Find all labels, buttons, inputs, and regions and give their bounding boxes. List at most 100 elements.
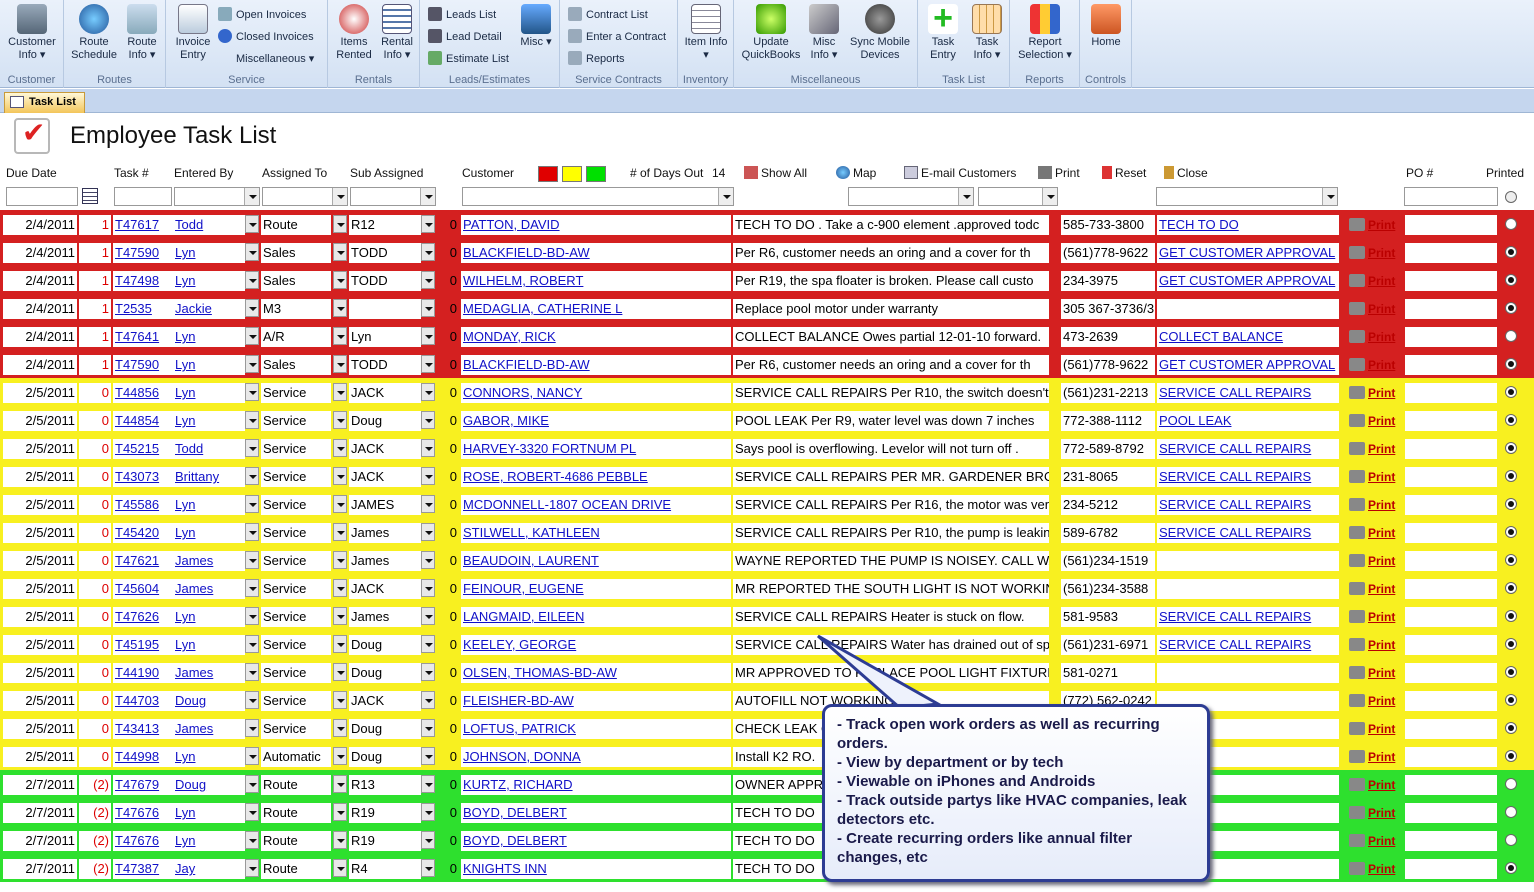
print-row-button[interactable]: Print <box>1349 579 1395 599</box>
print-row-button[interactable]: Print <box>1349 775 1395 795</box>
calendar-icon[interactable] <box>82 188 98 204</box>
due-date-filter[interactable] <box>6 187 78 206</box>
print-row-button[interactable]: Print <box>1349 439 1395 459</box>
map-filter[interactable] <box>848 187 974 206</box>
task-number-link[interactable]: T47621 <box>113 551 173 571</box>
due-date-cell[interactable]: 2/5/2011 <box>3 579 77 599</box>
customer-link[interactable]: BEAUDOIN, LAURENT <box>461 551 731 571</box>
customer-link[interactable]: MCDONNELL-1807 OCEAN DRIVE <box>461 495 731 515</box>
assigned-to-cell[interactable]: Route <box>261 803 331 823</box>
print-row-button[interactable]: Print <box>1349 327 1395 347</box>
printed-radio[interactable] <box>1505 610 1517 622</box>
entered-by-link[interactable]: Lyn <box>173 747 245 767</box>
chevron-down-icon[interactable] <box>718 188 733 205</box>
sub-assigned-dropdown[interactable] <box>421 467 435 485</box>
leads-list-button[interactable]: Leads List <box>428 6 496 24</box>
table-row[interactable]: 2/5/2011 0 T44856 Lyn Service JACK 0 CONNORS, N… <box>0 378 1534 406</box>
status-link[interactable]: GET CUSTOMER APPROVAL <box>1157 355 1339 375</box>
table-row[interactable]: 2/5/2011 0 T45420 Lyn Service James 0 STILWELL,… <box>0 518 1534 546</box>
assigned-to-dropdown[interactable] <box>333 523 347 541</box>
assigned-to-dropdown[interactable] <box>333 355 347 373</box>
red-priority-swatch[interactable] <box>538 166 558 182</box>
contract-list-button[interactable]: Contract List <box>568 6 648 24</box>
entered-by-dropdown[interactable] <box>245 523 259 541</box>
reset-button[interactable]: Reset <box>1102 166 1146 180</box>
description-cell[interactable]: SERVICE CALL REPAIRS PER MR. GARDENER BR… <box>733 467 1049 487</box>
assigned-to-dropdown[interactable] <box>333 243 347 261</box>
sub-assigned-cell[interactable]: James <box>349 551 421 571</box>
sub-assigned-cell[interactable]: R19 <box>349 803 421 823</box>
description-cell[interactable]: Per R6, customer needs an oring and a co… <box>733 355 1049 375</box>
po-number-field[interactable] <box>1405 215 1497 235</box>
sub-assigned-dropdown[interactable] <box>421 551 435 569</box>
customer-link[interactable]: LOFTUS, PATRICK <box>461 719 731 739</box>
task-number-link[interactable]: T44854 <box>113 411 173 431</box>
entered-by-link[interactable]: Lyn <box>173 383 245 403</box>
due-date-cell[interactable]: 2/5/2011 <box>3 411 77 431</box>
printed-radio[interactable] <box>1505 218 1517 230</box>
task-number-link[interactable]: T47626 <box>113 607 173 627</box>
printed-radio[interactable] <box>1505 750 1517 762</box>
table-row[interactable]: 2/5/2011 0 T47626 Lyn Service James 0 LANGMAID,… <box>0 602 1534 630</box>
description-cell[interactable]: COLLECT BALANCE Owes partial 12-01-10 fo… <box>733 327 1049 347</box>
assigned-to-cell[interactable]: Service <box>261 523 331 543</box>
task-entry-button[interactable]: + Task Entry <box>922 1 964 62</box>
entered-by-link[interactable]: Lyn <box>173 327 245 347</box>
table-row[interactable]: 2/4/2011 1 T47617 Todd Route R12 0 PATTON, DAVI… <box>0 210 1534 238</box>
printed-radio[interactable] <box>1505 666 1517 678</box>
sub-assigned-cell[interactable]: JACK <box>349 691 421 711</box>
sub-assigned-cell[interactable]: Lyn <box>349 327 421 347</box>
sub-assigned-filter[interactable] <box>350 187 436 206</box>
sub-assigned-cell[interactable]: JACK <box>349 383 421 403</box>
task-number-link[interactable]: T44998 <box>113 747 173 767</box>
item-info-button[interactable]: Item Info ▾ <box>682 4 730 62</box>
entered-by-link[interactable]: Lyn <box>173 243 245 263</box>
assigned-to-cell[interactable]: Service <box>261 635 331 655</box>
entered-by-dropdown[interactable] <box>245 859 259 877</box>
customer-link[interactable]: MEDAGLIA, CATHERINE L <box>461 299 731 319</box>
due-date-cell[interactable]: 2/5/2011 <box>3 663 77 683</box>
update-quickbooks-button[interactable]: Update QuickBooks <box>738 4 804 62</box>
assigned-to-dropdown[interactable] <box>333 719 347 737</box>
status-link[interactable]: POOL LEAK <box>1157 411 1339 431</box>
task-number-link[interactable]: T47676 <box>113 831 173 851</box>
status-link[interactable]: SERVICE CALL REPAIRS <box>1157 383 1339 403</box>
open-invoices-button[interactable]: Open Invoices <box>218 6 306 24</box>
status-link[interactable]: SERVICE CALL REPAIRS <box>1157 523 1339 543</box>
print-row-button[interactable]: Print <box>1349 859 1395 879</box>
show-all-button[interactable]: Show All <box>744 166 807 180</box>
assigned-to-cell[interactable]: Service <box>261 579 331 599</box>
po-number-field[interactable] <box>1405 551 1497 571</box>
entered-by-dropdown[interactable] <box>245 243 259 261</box>
table-row[interactable]: 2/4/2011 1 T47498 Lyn Sales TODD 0 WILHELM, ROB… <box>0 266 1534 294</box>
table-row[interactable]: 2/5/2011 0 T44703 Doug Service JACK 0 FLEISHER-… <box>0 686 1534 714</box>
sub-assigned-dropdown[interactable] <box>421 663 435 681</box>
yellow-priority-swatch[interactable] <box>562 166 582 182</box>
due-date-cell[interactable]: 2/4/2011 <box>3 215 77 235</box>
po-number-field[interactable] <box>1405 243 1497 263</box>
sub-assigned-cell[interactable]: TODD <box>349 243 421 263</box>
sub-assigned-dropdown[interactable] <box>421 803 435 821</box>
misc-button[interactable]: Misc ▾ <box>518 4 554 49</box>
description-cell[interactable]: SERVICE CALL REPAIRS Per R10, the pump i… <box>733 523 1049 543</box>
sub-assigned-dropdown[interactable] <box>421 383 435 401</box>
entered-by-dropdown[interactable] <box>245 663 259 681</box>
sub-assigned-dropdown[interactable] <box>421 215 435 233</box>
table-row[interactable]: 2/5/2011 0 T45215 Todd Service JACK 0 HARVEY-33… <box>0 434 1534 462</box>
assigned-to-dropdown[interactable] <box>333 663 347 681</box>
task-info-button[interactable]: Task Info ▾ <box>966 4 1008 62</box>
po-number-field[interactable] <box>1405 579 1497 599</box>
entered-by-link[interactable]: Lyn <box>173 495 245 515</box>
print-row-button[interactable]: Print <box>1349 243 1395 263</box>
printed-radio[interactable] <box>1505 582 1517 594</box>
print-row-button[interactable]: Print <box>1349 607 1395 627</box>
sub-assigned-cell[interactable]: R13 <box>349 775 421 795</box>
sub-assigned-dropdown[interactable] <box>421 607 435 625</box>
printed-radio[interactable] <box>1505 526 1517 538</box>
table-row[interactable]: 2/4/2011 1 T47590 Lyn Sales TODD 0 BLACKFIELD-B… <box>0 238 1534 266</box>
task-number-link[interactable]: T44856 <box>113 383 173 403</box>
entered-by-dropdown[interactable] <box>245 327 259 345</box>
entered-by-link[interactable]: James <box>173 551 245 571</box>
green-priority-swatch[interactable] <box>586 166 606 182</box>
entered-by-link[interactable]: Doug <box>173 691 245 711</box>
